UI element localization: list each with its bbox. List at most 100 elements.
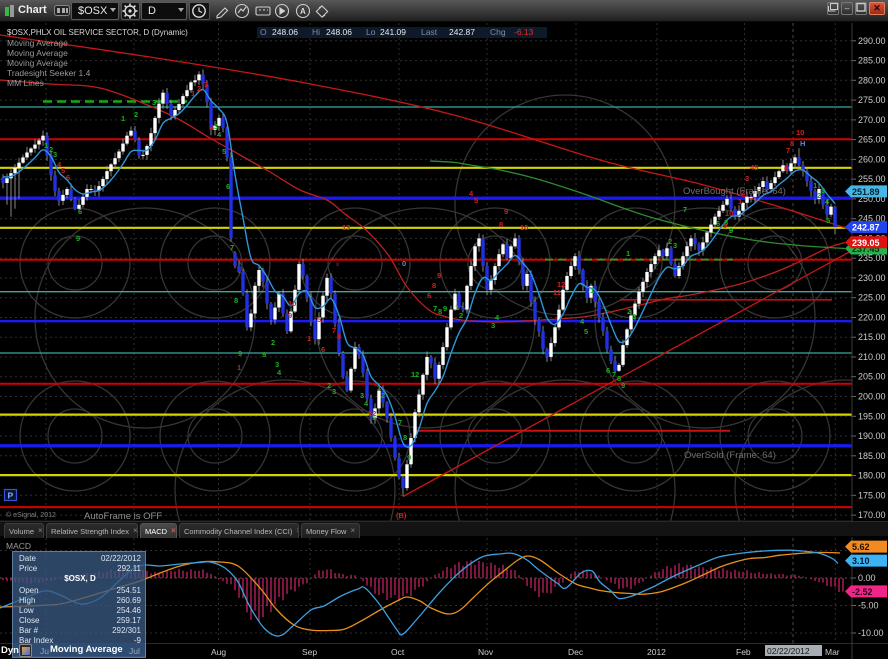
svg-text:Aug: Aug (211, 647, 226, 657)
svg-text:8: 8 (790, 139, 794, 148)
svg-text:6: 6 (784, 164, 788, 173)
svg-text:7: 7 (398, 418, 402, 427)
svg-text:A: A (300, 7, 306, 16)
svg-text:Feb: Feb (736, 647, 751, 657)
svg-text:9: 9 (729, 226, 733, 235)
svg-text:9: 9 (407, 453, 411, 462)
svg-text:9: 9 (238, 349, 242, 358)
svg-text:1: 1 (44, 141, 48, 150)
svg-text:1: 1 (626, 249, 630, 258)
svg-text:205.00: 205.00 (858, 372, 886, 382)
svg-text:8: 8 (337, 332, 341, 341)
svg-text:290.00: 290.00 (858, 36, 886, 46)
svg-text:235.00: 235.00 (858, 253, 886, 263)
svg-text:215.00: 215.00 (858, 332, 886, 342)
svg-text:7: 7 (612, 370, 616, 379)
svg-text:3: 3 (152, 98, 156, 107)
svg-text:8: 8 (438, 307, 442, 316)
svg-text:0.00: 0.00 (858, 573, 876, 583)
svg-text:3: 3 (673, 241, 677, 250)
svg-text:220.00: 220.00 (858, 313, 886, 323)
svg-text:-10.00: -10.00 (858, 628, 884, 638)
svg-text:190.00: 190.00 (858, 431, 886, 441)
svg-text:280.00: 280.00 (858, 75, 886, 85)
svg-text:260.00: 260.00 (858, 154, 886, 164)
svg-text:7: 7 (433, 304, 437, 313)
svg-text:1: 1 (590, 286, 594, 295)
svg-text:5: 5 (317, 315, 321, 324)
svg-text:1: 1 (237, 363, 241, 372)
svg-text:Dec: Dec (568, 647, 584, 657)
svg-text:© eSignal, 2012: © eSignal, 2012 (6, 511, 56, 519)
svg-text:1: 1 (191, 89, 195, 98)
svg-text:9: 9 (621, 381, 625, 390)
svg-text:45: 45 (750, 163, 758, 172)
svg-text:(B): (B) (396, 511, 407, 520)
svg-text:6: 6 (66, 173, 70, 182)
svg-text:225.00: 225.00 (858, 293, 886, 303)
svg-text:MACD: MACD (6, 541, 31, 551)
svg-text:3: 3 (204, 80, 208, 89)
svg-text:239.05: 239.05 (852, 238, 880, 248)
svg-text:13: 13 (342, 223, 350, 232)
svg-text:195.00: 195.00 (858, 411, 886, 421)
svg-text:5: 5 (372, 413, 376, 422)
svg-text:2012: 2012 (647, 647, 666, 657)
svg-text:255.00: 255.00 (858, 174, 886, 184)
svg-text:1: 1 (738, 197, 742, 206)
svg-text:185.00: 185.00 (858, 451, 886, 461)
svg-text:-2.52: -2.52 (852, 587, 873, 597)
svg-text:180.00: 180.00 (858, 471, 886, 481)
svg-text:4: 4 (277, 368, 282, 377)
svg-text:2: 2 (271, 338, 275, 347)
svg-text:270.00: 270.00 (858, 115, 886, 125)
svg-text:5: 5 (584, 327, 588, 336)
svg-text:Mar: Mar (825, 647, 840, 657)
svg-text:1: 1 (813, 181, 817, 190)
svg-text:2: 2 (668, 237, 672, 246)
svg-text:3: 3 (53, 150, 57, 159)
svg-text:6: 6 (427, 291, 431, 300)
svg-text:9: 9 (437, 271, 441, 280)
svg-text:4: 4 (364, 399, 369, 408)
svg-text:H: H (800, 139, 805, 148)
svg-text:2: 2 (134, 110, 138, 119)
svg-text:10: 10 (520, 223, 528, 232)
svg-text:7: 7 (332, 326, 336, 335)
svg-text:5: 5 (474, 196, 478, 205)
svg-text:Sep: Sep (302, 647, 317, 657)
svg-text:x: x (331, 257, 334, 263)
svg-text:10: 10 (796, 128, 804, 137)
svg-text:11: 11 (553, 288, 561, 297)
svg-text:Oct: Oct (391, 647, 405, 657)
svg-text:-5.00: -5.00 (858, 601, 879, 611)
svg-text:P: P (8, 491, 14, 501)
svg-text:3: 3 (332, 387, 336, 396)
svg-text:↓: ↓ (346, 212, 350, 221)
svg-text:7: 7 (230, 243, 234, 252)
svg-text:9: 9 (262, 350, 266, 359)
svg-text:275.00: 275.00 (858, 95, 886, 105)
svg-text:242.87: 242.87 (852, 223, 880, 233)
svg-text:2: 2 (459, 311, 463, 320)
svg-text:6: 6 (606, 366, 610, 375)
svg-text:6: 6 (716, 219, 720, 228)
svg-text:170.00: 170.00 (858, 510, 886, 520)
svg-text:OverBought (Frame: 64): OverBought (Frame: 64) (683, 186, 786, 197)
svg-text:230.00: 230.00 (858, 273, 886, 283)
svg-text:5: 5 (61, 166, 65, 175)
svg-text:2: 2 (415, 370, 419, 379)
svg-text:0: 0 (402, 259, 406, 268)
svg-text:OverSold (Frame: 64): OverSold (Frame: 64) (684, 450, 776, 461)
svg-text:9: 9 (76, 234, 80, 243)
svg-text:8: 8 (499, 220, 503, 229)
svg-text:4: 4 (217, 130, 222, 139)
svg-text:3: 3 (821, 186, 825, 195)
svg-text:10: 10 (288, 299, 296, 308)
svg-text:3: 3 (491, 321, 495, 330)
svg-text:3.10: 3.10 (852, 556, 870, 566)
svg-text:10: 10 (725, 209, 733, 218)
svg-text:175.00: 175.00 (858, 490, 886, 500)
svg-text:5.62: 5.62 (852, 542, 870, 552)
svg-text:200.00: 200.00 (858, 392, 886, 402)
